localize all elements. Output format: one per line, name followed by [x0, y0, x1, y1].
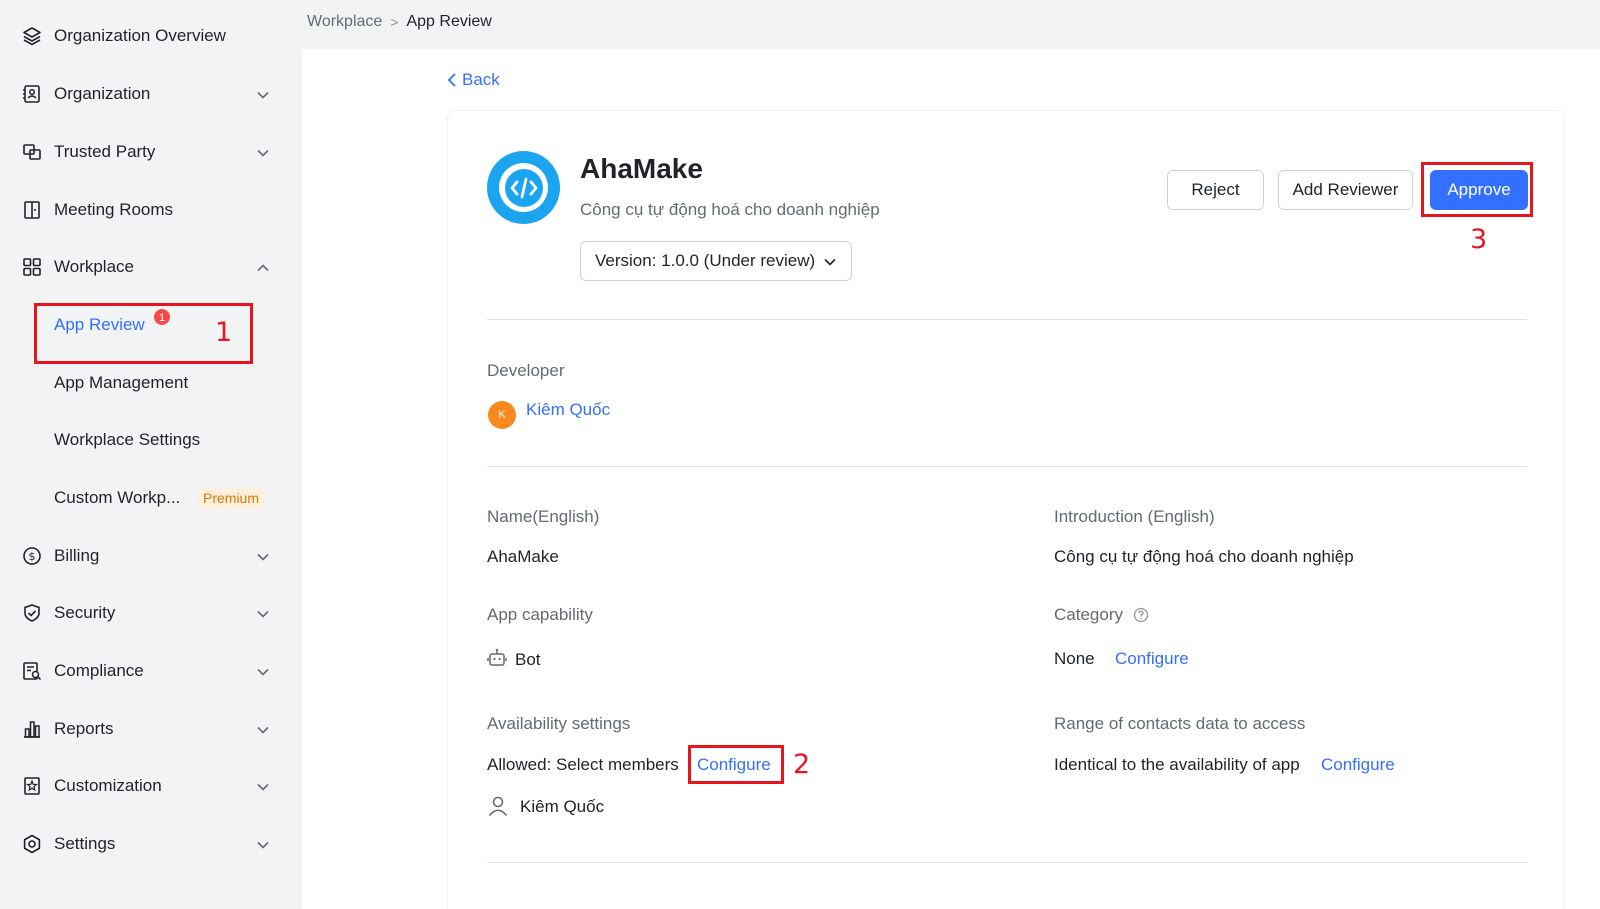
chevron-down-icon: [257, 149, 269, 157]
sidebar-item-compliance[interactable]: Compliance: [0, 651, 296, 691]
sidebar-item-label: Meeting Rooms: [54, 200, 174, 219]
back-link[interactable]: Back: [446, 70, 500, 90]
annotation-number-3: 3: [1470, 224, 1488, 255]
annotation-box-2: [688, 745, 784, 784]
chevron-down-icon: [824, 258, 836, 266]
sidebar-item-label: Billing: [54, 546, 100, 565]
code-icon: [504, 168, 543, 207]
sidebar-item-label: Compliance: [54, 661, 144, 680]
chevron-down-icon: [257, 610, 269, 618]
breadcrumb-separator: >: [390, 14, 399, 30]
divider: [487, 319, 1527, 320]
sidebar-item-label: Workplace Settings: [54, 430, 201, 449]
divider: [487, 862, 1527, 863]
availability-value: Allowed: Select members: [487, 755, 679, 774]
sidebar-item-label: Organization Overview: [54, 26, 226, 45]
sidebar-item-reports[interactable]: Reports: [0, 709, 296, 749]
availability-label: Availability settings: [487, 714, 631, 733]
version-select[interactable]: Version: 1.0.0 (Under review): [580, 241, 852, 281]
avatar: K: [488, 401, 516, 429]
sidebar-item-label: Workplace: [54, 257, 134, 276]
back-label: Back: [462, 70, 500, 89]
document-search-icon: [23, 662, 42, 681]
sidebar-item-label: App Management: [54, 373, 189, 392]
chevron-down-icon: [257, 783, 269, 791]
chevron-down-icon: [257, 91, 269, 99]
category-label: Category: [1054, 605, 1123, 624]
introduction-label: Introduction (English): [1054, 507, 1215, 526]
user-icon: [488, 796, 508, 817]
contacts-range-value: Identical to the availability of app: [1054, 755, 1300, 774]
developer-name-link[interactable]: Kiêm Quốc: [526, 400, 610, 420]
version-label: Version: 1.0.0 (Under review): [595, 251, 816, 270]
chevron-up-icon: [257, 264, 269, 272]
gear-icon: [23, 834, 41, 854]
chevron-down-icon: [257, 726, 269, 734]
door-icon: [24, 201, 40, 219]
add-reviewer-button[interactable]: Add Reviewer: [1278, 170, 1413, 210]
app-description: Công cụ tự động hoá cho doanh nghiệp: [580, 200, 880, 219]
contact-card-icon: [23, 85, 40, 103]
sidebar-item-settings[interactable]: Settings: [0, 824, 296, 864]
sidebar-item-workplace-settings[interactable]: Workplace Settings: [0, 420, 296, 460]
contacts-configure-link[interactable]: Configure: [1321, 755, 1395, 775]
sidebar-item-trusted-party[interactable]: Trusted Party: [0, 132, 296, 172]
sidebar-item-organization[interactable]: Organization: [0, 74, 296, 114]
chevron-left-icon: [447, 73, 456, 87]
app-name: AhaMake: [580, 153, 703, 184]
chevron-down-icon: [257, 668, 269, 676]
app-capability-label: App capability: [487, 605, 593, 624]
sidebar-item-label: Trusted Party: [54, 142, 156, 161]
breadcrumb-workplace[interactable]: Workplace: [307, 13, 382, 31]
sidebar-item-label: Security: [54, 603, 116, 622]
svg-text:$: $: [29, 550, 36, 563]
sidebar-item-label: Custom Workp...: [54, 488, 181, 507]
availability-member: Kiêm Quốc: [520, 797, 605, 816]
bar-chart-icon: [24, 721, 40, 738]
sidebar-item-app-management[interactable]: App Management: [0, 363, 296, 403]
sidebar-item-security[interactable]: Security: [0, 593, 296, 633]
introduction-value: Công cụ tự động hoá cho doanh nghiệp: [1054, 547, 1354, 566]
bot-icon: [487, 648, 507, 666]
grid-icon: [23, 258, 41, 276]
sidebar-item-label: Reports: [54, 719, 114, 738]
name-english-label: Name(English): [487, 507, 600, 526]
developer-label: Developer: [487, 361, 565, 380]
sidebar-item-label: Settings: [54, 834, 116, 853]
breadcrumb: Workplace > App Review: [307, 13, 492, 31]
sidebar-item-label: Customization: [54, 776, 162, 795]
category-configure-link[interactable]: Configure: [1115, 649, 1189, 669]
breadcrumb-current: App Review: [406, 13, 492, 30]
dollar-circle-icon: $: [23, 547, 41, 565]
sidebar-item-custom-workplace[interactable]: Custom Workp... Premium: [0, 478, 296, 518]
reject-button[interactable]: Reject: [1167, 170, 1264, 210]
contacts-range-label: Range of contacts data to access: [1054, 714, 1306, 733]
sidebar-item-billing[interactable]: $ Billing: [0, 536, 296, 576]
name-english-value: AhaMake: [487, 547, 559, 566]
divider: [487, 466, 1527, 467]
app-review-card: [447, 110, 1565, 909]
sidebar-item-customization[interactable]: Customization: [0, 766, 296, 806]
customize-icon: [24, 777, 40, 795]
annotation-number-2: 2: [793, 749, 811, 780]
annotation-number-1: 1: [215, 317, 233, 348]
category-value: None: [1054, 649, 1095, 668]
shield-check-icon: [24, 604, 40, 622]
sidebar-item-meeting-rooms[interactable]: Meeting Rooms: [0, 190, 296, 230]
sidebar-item-label: Organization: [54, 84, 151, 103]
trusted-party-icon: [23, 144, 41, 160]
sidebar: Organization Overview Organization Trust…: [0, 0, 296, 909]
help-icon[interactable]: [1133, 607, 1149, 623]
app-logo: [487, 151, 560, 224]
sidebar-item-organization-overview[interactable]: Organization Overview: [0, 16, 296, 56]
premium-badge: Premium: [197, 488, 266, 509]
chevron-down-icon: [257, 553, 269, 561]
chevron-down-icon: [257, 841, 269, 849]
annotation-box-3: [1421, 162, 1533, 217]
sidebar-item-workplace[interactable]: Workplace: [0, 247, 296, 287]
layers-icon: [23, 27, 41, 46]
app-capability-value: Bot: [515, 650, 541, 669]
